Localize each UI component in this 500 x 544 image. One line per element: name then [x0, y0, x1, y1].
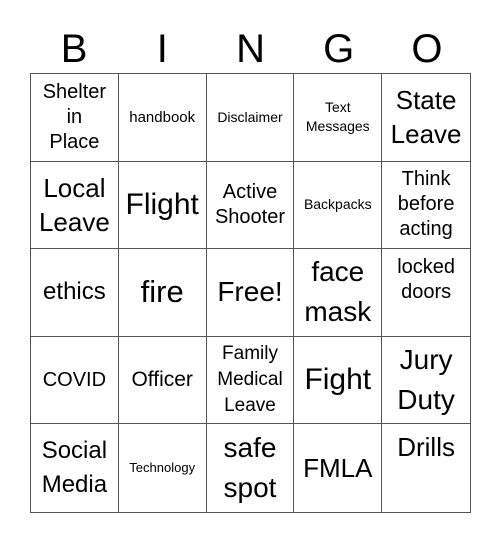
- header-letter-g: G: [323, 27, 355, 71]
- bingo-cell[interactable]: COVID: [31, 336, 119, 425]
- cell-label: Think before acting: [397, 168, 455, 241]
- cell-label: face mask: [304, 256, 372, 328]
- bingo-cell[interactable]: Disclaimer: [206, 74, 295, 162]
- bingo-header: B I N G O: [30, 24, 471, 74]
- bingo-cell[interactable]: Shelter in Place: [31, 74, 119, 162]
- bingo-card-grid: Shelter in Place handbook Disclaimer Tex…: [30, 73, 471, 513]
- cell-label: safe spot: [223, 432, 277, 504]
- cell-label: Free!: [217, 276, 283, 308]
- bingo-cell[interactable]: ethics: [31, 249, 119, 337]
- cell-label: Flight: [125, 187, 199, 221]
- cell-label: COVID: [42, 368, 107, 391]
- cell-label: Backpacks: [303, 196, 372, 213]
- cell-label: Disclaimer: [217, 108, 283, 125]
- cell-label: Family Medical Leave: [217, 343, 283, 417]
- cell-label: Technology: [129, 460, 196, 476]
- cell-label: handbook: [129, 108, 196, 126]
- cell-label: FMLA: [303, 453, 373, 484]
- bingo-cell[interactable]: Officer: [118, 336, 207, 425]
- bingo-cell[interactable]: Active Shooter: [206, 161, 295, 250]
- header-letter-n: N: [236, 27, 265, 71]
- cell-label: locked doors: [397, 256, 455, 304]
- bingo-cell[interactable]: Think before acting: [382, 162, 470, 250]
- cell-label: Active Shooter: [214, 180, 286, 228]
- cell-label: Fight: [304, 363, 372, 397]
- bingo-cell[interactable]: Jury Duty: [382, 337, 470, 425]
- header-letter-i: I: [156, 27, 168, 71]
- cell-label: fire: [140, 274, 184, 310]
- header-letter-o: O: [411, 27, 443, 71]
- header-letter-b: B: [60, 27, 88, 71]
- cell-label: Jury Duty: [397, 344, 455, 416]
- cell-label: Shelter in Place: [42, 80, 107, 153]
- bingo-cell-free[interactable]: Free!: [206, 249, 295, 337]
- cell-label: Officer: [131, 368, 193, 392]
- bingo-cell[interactable]: face mask: [294, 249, 383, 337]
- cell-label: ethics: [43, 278, 106, 306]
- bingo-cell[interactable]: Backpacks: [294, 161, 383, 250]
- bingo-cell[interactable]: State Leave: [382, 74, 470, 162]
- bingo-cell[interactable]: Social Media: [31, 424, 119, 512]
- cell-label: State Leave: [390, 85, 462, 150]
- bingo-cell[interactable]: Family Medical Leave: [206, 336, 295, 425]
- bingo-cell[interactable]: Drills: [382, 424, 470, 512]
- bingo-cell[interactable]: fire: [118, 249, 207, 337]
- bingo-cell[interactable]: Flight: [118, 161, 207, 250]
- cell-label: Drills: [397, 432, 455, 463]
- cell-label: Text Messages: [305, 99, 370, 135]
- bingo-cell[interactable]: handbook: [118, 74, 207, 162]
- bingo-cell[interactable]: locked doors: [382, 249, 470, 337]
- bingo-cell[interactable]: safe spot: [207, 424, 295, 512]
- bingo-cell[interactable]: Local Leave: [31, 161, 119, 250]
- cell-label: Social Media: [41, 437, 108, 499]
- bingo-cell[interactable]: Text Messages: [294, 74, 383, 162]
- bingo-cell[interactable]: Technology: [119, 424, 207, 512]
- bingo-cell[interactable]: FMLA: [294, 424, 383, 512]
- cell-label: Local Leave: [38, 172, 110, 237]
- bingo-cell[interactable]: Fight: [294, 336, 383, 425]
